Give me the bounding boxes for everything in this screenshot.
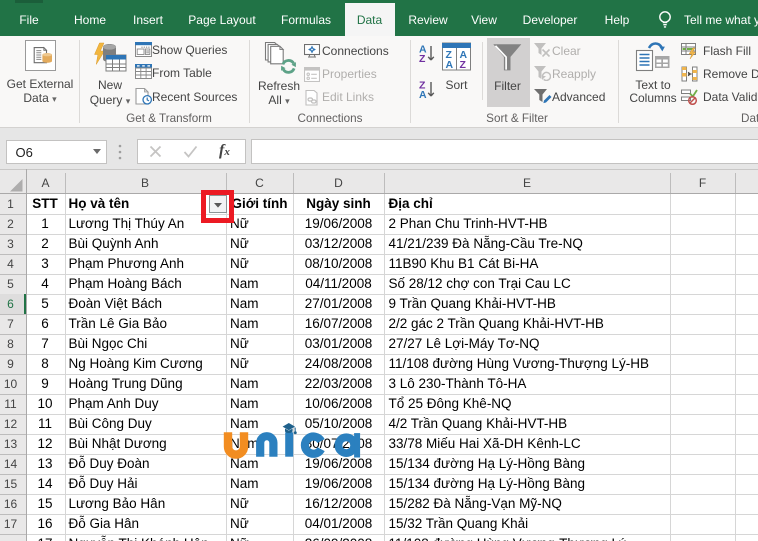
svg-text:Z: Z (460, 59, 467, 71)
svg-text:Z: Z (419, 53, 426, 65)
svg-text:A: A (419, 89, 427, 101)
svg-text:A: A (446, 59, 454, 71)
